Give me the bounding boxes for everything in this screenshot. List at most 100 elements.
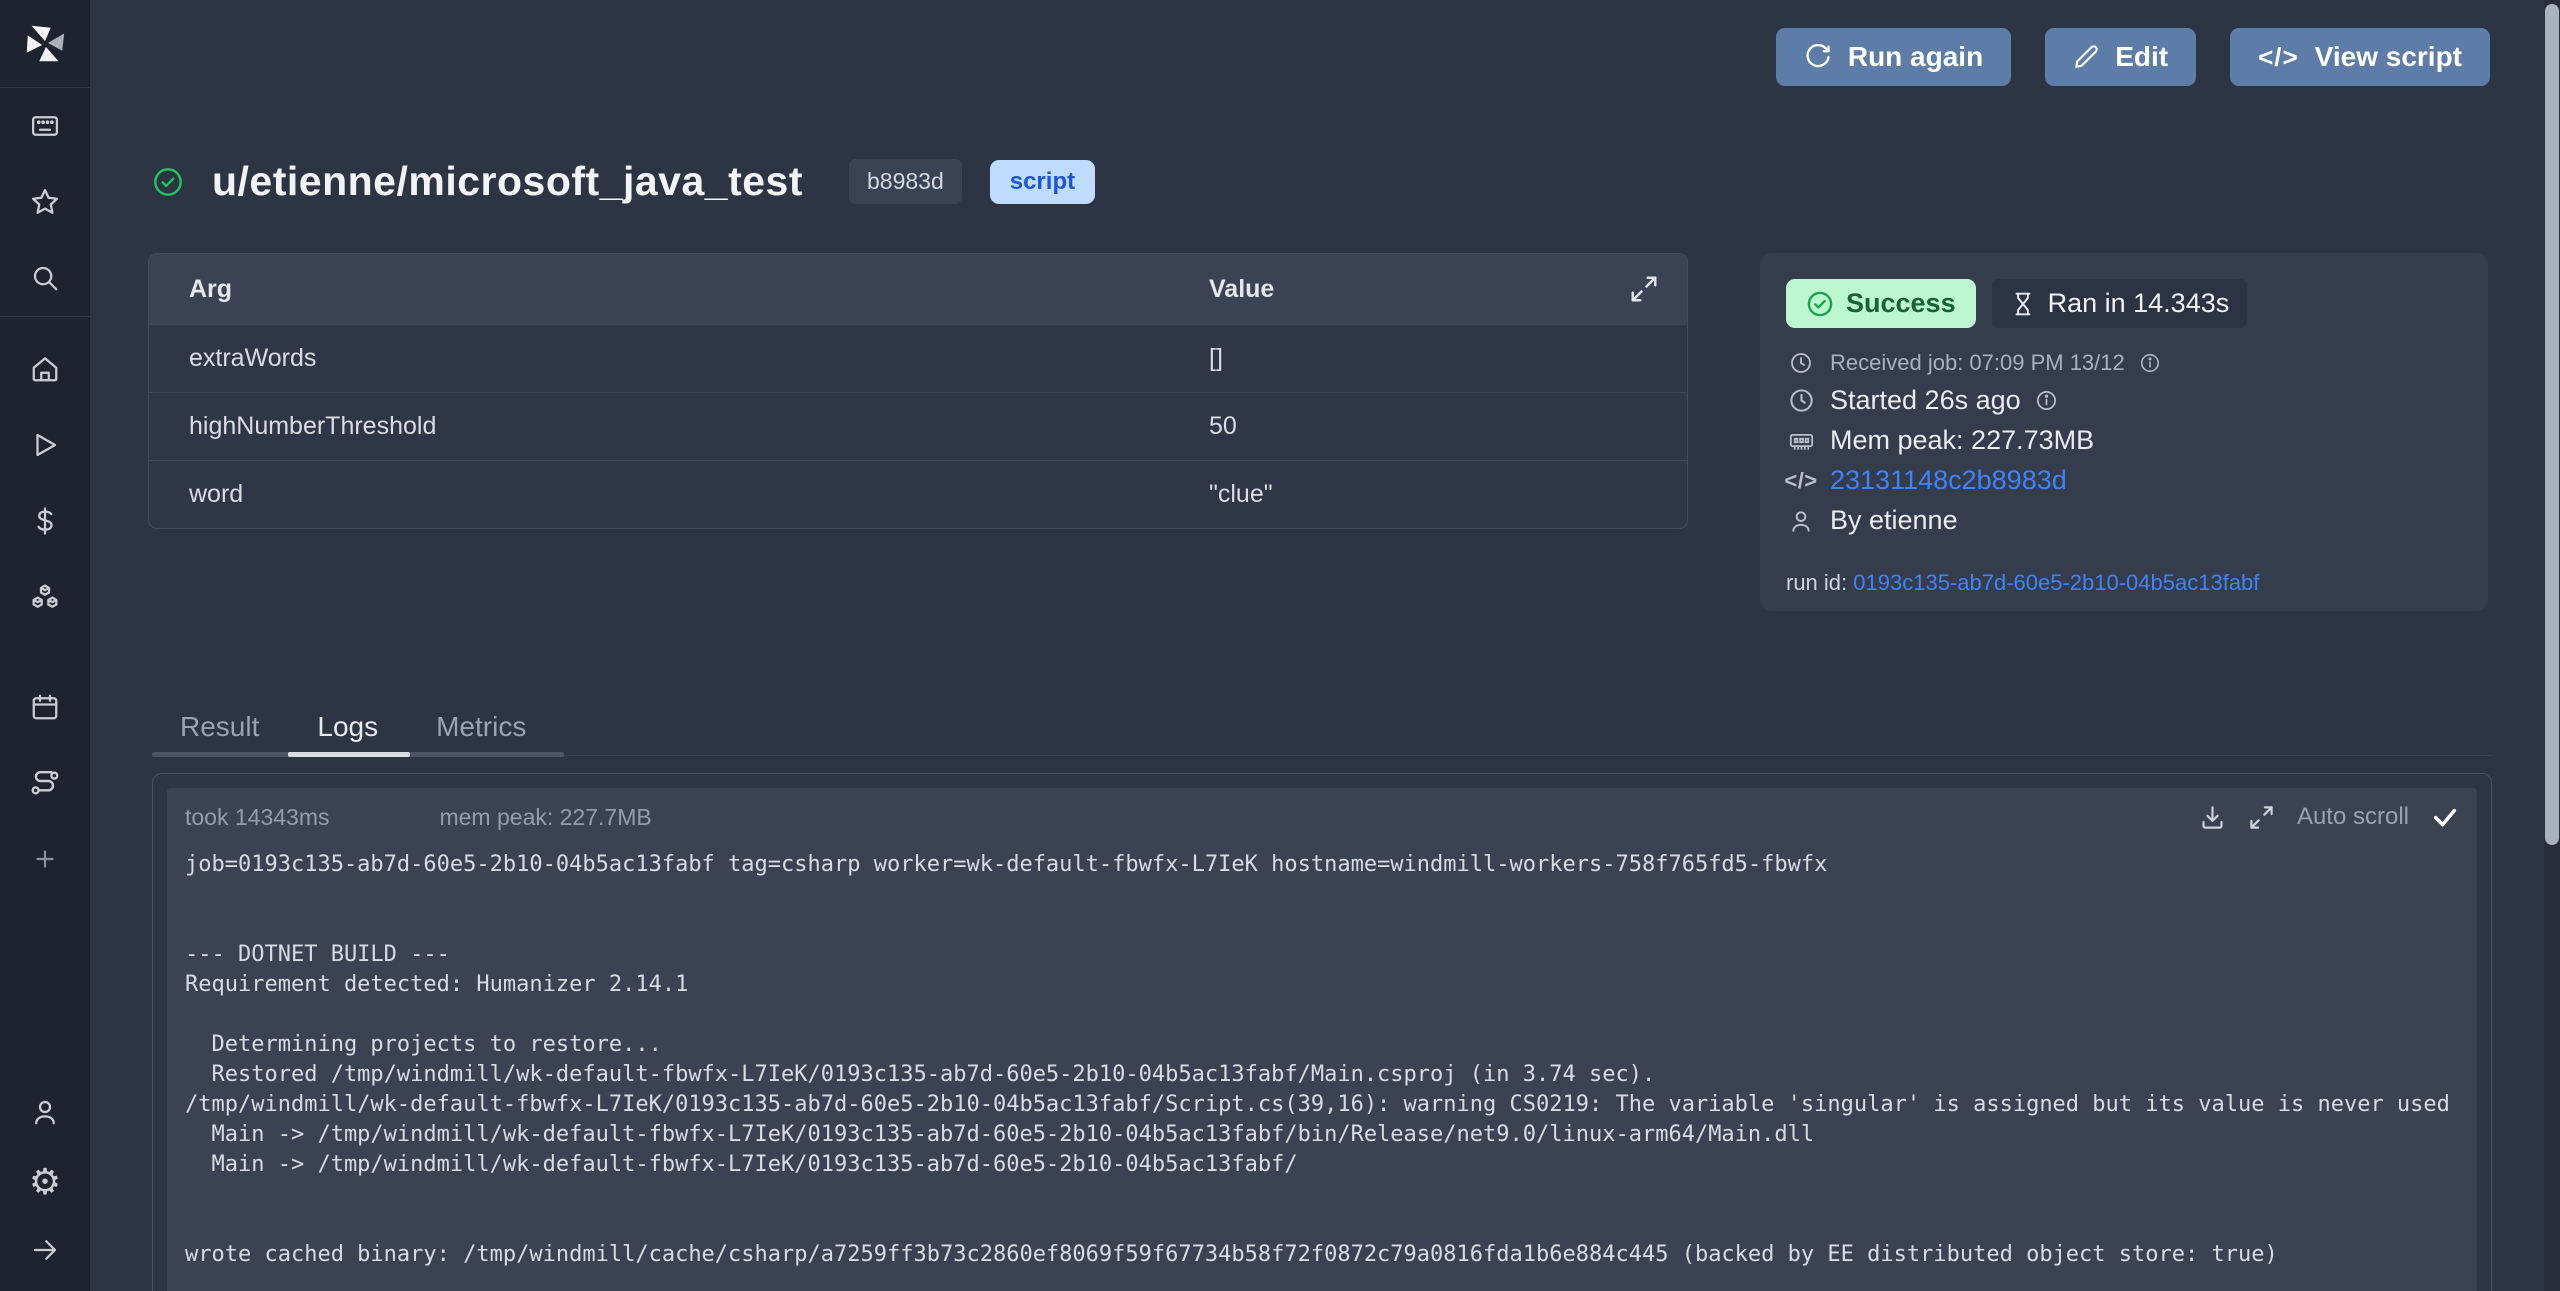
started-row: Started 26s ago (1786, 385, 2462, 416)
calendar-icon (30, 692, 60, 722)
args-expand-button[interactable] (1629, 274, 1659, 304)
received-row: Received job: 07:09 PM 13/12 (1786, 350, 2462, 376)
pencil-icon (2073, 44, 2099, 70)
expand-icon (1629, 274, 1659, 304)
home-icon (30, 354, 60, 384)
page-title: u/etienne/microsoft_java_test (212, 158, 803, 205)
edit-label: Edit (2115, 41, 2168, 73)
gear-icon: ⚙ (29, 1164, 61, 1200)
sidebar-item-schedules[interactable] (0, 669, 90, 745)
memory-icon (1786, 427, 1816, 454)
refresh-icon (1804, 43, 1832, 71)
search-icon (30, 263, 60, 293)
download-logs-button[interactable] (2199, 804, 2226, 831)
duration-chip: Ran in 14.343s (1992, 279, 2248, 328)
user-icon (30, 1097, 60, 1127)
table-row: highNumberThreshold 50 (149, 392, 1687, 460)
expand-logs-button[interactable] (2248, 804, 2275, 831)
sidebar-item-home[interactable] (0, 331, 90, 407)
success-check-circle-icon (152, 166, 184, 198)
tab-logs[interactable]: Logs (317, 711, 378, 743)
mem-peak-label: Mem peak: 227.73MB (1830, 425, 2094, 456)
expand-icon (2248, 804, 2275, 831)
window-grid-icon (30, 111, 60, 141)
arg-name: word (149, 480, 1209, 509)
sidebar-divider (0, 316, 90, 317)
script-hash-link[interactable]: 23131148c2b8983d (1830, 465, 2067, 496)
toolbar: Run again Edit </> View script (1776, 28, 2490, 86)
checkmark-icon (2431, 803, 2459, 831)
sidebar-item-settings[interactable]: ⚙ (0, 1147, 90, 1217)
check-circle-icon (1806, 290, 1834, 318)
status-badge: Success (1786, 279, 1976, 328)
route-icon (29, 767, 61, 799)
boxes-icon (29, 581, 61, 613)
tab-active-indicator (288, 752, 410, 757)
page-scrollbar-track[interactable] (2544, 0, 2560, 1291)
play-icon (30, 430, 60, 460)
sidebar-item-search[interactable] (0, 240, 90, 316)
run-again-label: Run again (1848, 41, 1983, 73)
log-content[interactable]: job=0193c135-ab7d-60e5-2b10-04b5ac13fabf… (167, 850, 2477, 1270)
info-icon[interactable] (2035, 389, 2058, 412)
auto-scroll-label: Auto scroll (2297, 803, 2409, 831)
run-id-label: run id: (1786, 570, 1847, 595)
duration-label: Ran in 14.343s (2048, 288, 2230, 319)
sidebar-item-flows[interactable] (0, 745, 90, 821)
arg-name: extraWords (149, 344, 1209, 373)
args-col-arg: Arg (149, 275, 1209, 304)
sidebar-item-user[interactable] (0, 1077, 90, 1147)
log-mem-peak: mem peak: 227.7MB (439, 804, 651, 831)
log-meta-bar: took 14343ms mem peak: 227.7MB Auto scro… (167, 788, 2477, 840)
hourglass-icon (2010, 291, 2036, 317)
status-label: Success (1846, 288, 1956, 319)
result-tabs: Result Logs Metrics (152, 698, 2492, 756)
arrow-right-icon (30, 1235, 60, 1265)
started-label: Started 26s ago (1830, 385, 2021, 416)
clock-icon (1786, 387, 1816, 414)
clock-icon (1786, 351, 1816, 375)
download-icon (2199, 804, 2226, 831)
sidebar-expand-button[interactable] (0, 1217, 90, 1283)
by-user-label: By etienne (1830, 505, 1958, 536)
tab-metrics[interactable]: Metrics (436, 711, 526, 743)
sidebar-item-runs[interactable] (0, 407, 90, 483)
view-script-label: View script (2315, 41, 2462, 73)
tab-result[interactable]: Result (180, 711, 259, 743)
arg-name: highNumberThreshold (149, 412, 1209, 441)
auto-scroll-checkbox[interactable] (2431, 803, 2459, 831)
args-table: Arg Value extraWords [] highNumberThresh… (148, 253, 1688, 529)
args-table-header: Arg Value (149, 254, 1687, 324)
code-icon: </> (2258, 42, 2299, 73)
run-id-row: run id: 0193c135-ab7d-60e5-2b10-04b5ac13… (1786, 570, 2462, 596)
run-id-link[interactable]: 0193c135-ab7d-60e5-2b10-04b5ac13fabf (1853, 570, 2259, 595)
arg-value: [] (1209, 344, 1687, 373)
script-kind-badge[interactable]: script (990, 160, 1095, 204)
windmill-logo-icon (22, 21, 68, 67)
run-info-panel: Success Ran in 14.343s Received job: 07:… (1760, 253, 2488, 611)
sidebar-item-apps[interactable] (0, 88, 90, 164)
view-script-button[interactable]: </> View script (2230, 28, 2490, 86)
code-icon: </> (1786, 468, 1816, 494)
sidebar-item-resources[interactable] (0, 559, 90, 635)
log-panel: took 14343ms mem peak: 227.7MB Auto scro… (167, 788, 2477, 1291)
sidebar: ⚙ (0, 0, 90, 1291)
sidebar-item-add[interactable] (0, 821, 90, 897)
run-again-button[interactable]: Run again (1776, 28, 2011, 86)
windmill-logo[interactable] (0, 0, 90, 88)
received-label: Received job: 07:09 PM 13/12 (1830, 350, 2125, 376)
edit-button[interactable]: Edit (2045, 28, 2196, 86)
user-icon (1786, 508, 1816, 534)
arg-value: 50 (1209, 412, 1687, 441)
table-row: word "clue" (149, 460, 1687, 528)
sidebar-item-favorites[interactable] (0, 164, 90, 240)
title-row: u/etienne/microsoft_java_test b8983d scr… (152, 158, 1095, 205)
dollar-icon (30, 506, 60, 536)
hash-badge: b8983d (849, 159, 962, 204)
sidebar-item-variables[interactable] (0, 483, 90, 559)
page-scrollbar-thumb[interactable] (2545, 4, 2559, 845)
info-icon[interactable] (2139, 352, 2161, 374)
star-icon (30, 187, 60, 217)
by-user-row: By etienne (1786, 505, 2462, 536)
log-took: took 14343ms (185, 804, 329, 831)
